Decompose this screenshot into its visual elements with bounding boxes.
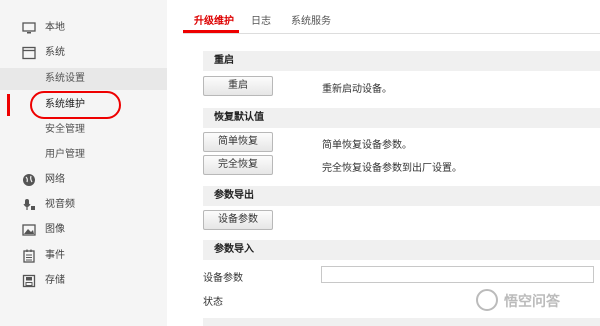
sidebar-item-label: 系统设置 <box>45 73 85 84</box>
storage-icon <box>22 274 36 288</box>
sidebar-item-label: 存储 <box>45 275 65 286</box>
import-file-label: 设备参数 <box>203 273 243 284</box>
image-icon <box>22 224 36 236</box>
restart-button[interactable]: 重启 <box>203 76 273 96</box>
next-section-bar <box>203 318 600 326</box>
section-restart-header: 重启 <box>203 51 600 71</box>
sidebar-item-label: 事件 <box>45 250 65 261</box>
import-status-label: 状态 <box>203 297 223 308</box>
full-restore-button[interactable]: 完全恢复 <box>203 155 273 175</box>
audio-video-icon <box>23 199 35 210</box>
tab-bar: 升级维护 日志 系统服务 <box>183 0 600 33</box>
sidebar-item-label: 安全管理 <box>45 124 85 135</box>
watermark-logo-icon <box>476 289 498 311</box>
watermark-text: 悟空问答 <box>504 294 560 310</box>
calendar-icon <box>23 249 35 263</box>
sidebar-item-audio-video[interactable]: 视音频 <box>0 194 167 216</box>
full-restore-description: 完全恢复设备参数到出厂设置。 <box>322 163 462 174</box>
sidebar-item-system[interactable]: 系统 <box>0 42 167 64</box>
monitor-icon <box>22 22 36 34</box>
section-restore-header: 恢复默认值 <box>203 108 600 128</box>
sidebar-item-users[interactable]: 用户管理 <box>0 144 167 166</box>
tab-system-service[interactable]: 系统服务 <box>291 12 331 27</box>
sidebar: 本地 系统 系统设置 系统维护 安全管理 用户管理 网络 视音频 图像 事件 存… <box>0 0 167 326</box>
sidebar-item-storage[interactable]: 存储 <box>0 270 167 292</box>
tab-upgrade-maintenance[interactable]: 升级维护 <box>194 12 234 27</box>
sidebar-item-label: 图像 <box>45 224 65 235</box>
sidebar-item-label: 系统 <box>45 47 65 58</box>
sidebar-item-image[interactable]: 图像 <box>0 219 167 241</box>
globe-icon <box>23 174 35 186</box>
window-icon <box>22 46 36 60</box>
sidebar-item-network[interactable]: 网络 <box>0 169 167 191</box>
export-device-params-button[interactable]: 设备参数 <box>203 210 273 230</box>
tab-log[interactable]: 日志 <box>251 12 271 27</box>
highlight-circle <box>30 91 121 119</box>
sidebar-item-system-settings[interactable]: 系统设置 <box>0 68 167 90</box>
sidebar-item-label: 视音频 <box>45 199 75 210</box>
sidebar-item-security[interactable]: 安全管理 <box>0 119 167 141</box>
section-export-header: 参数导出 <box>203 186 600 206</box>
simple-restore-button[interactable]: 简单恢复 <box>203 132 273 152</box>
sidebar-item-events[interactable]: 事件 <box>0 245 167 267</box>
sidebar-item-local[interactable]: 本地 <box>0 17 167 39</box>
section-import-header: 参数导入 <box>203 240 600 260</box>
import-file-input[interactable] <box>321 266 594 283</box>
simple-restore-description: 简单恢复设备参数。 <box>322 140 412 151</box>
tab-divider <box>183 33 600 34</box>
sidebar-item-label: 本地 <box>45 22 65 33</box>
sidebar-item-label: 用户管理 <box>45 149 85 160</box>
restart-description: 重新启动设备。 <box>322 84 392 95</box>
sidebar-item-label: 网络 <box>45 174 65 185</box>
